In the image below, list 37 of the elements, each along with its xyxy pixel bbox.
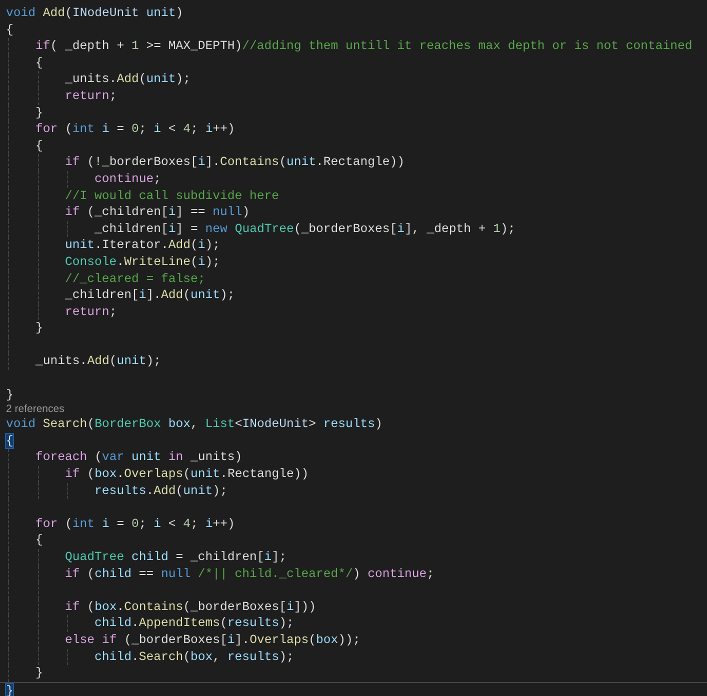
code-line: //_cleared = false; — [64, 272, 206, 286]
code-line: _children[i].Add(unit); — [64, 288, 235, 302]
code-line: unit.Iterator.Add(i); — [64, 238, 220, 252]
code-line: { — [34, 56, 43, 70]
code-line: if (box.Overlaps(unit.Rectangle)) — [64, 467, 309, 482]
code-line: } — [6, 682, 14, 696]
code-line: if (_children[i] == null) — [64, 205, 250, 220]
code-line: if (box.Contains(_borderBoxes[i])) — [64, 600, 316, 614]
code-line: } — [34, 106, 43, 120]
code-line: return; — [64, 88, 117, 103]
code-line: { — [34, 138, 43, 153]
code-line: } — [34, 321, 43, 336]
code-line: _children[i] = new QuadTree(_borderBoxes[i], _depth + 1); — [94, 222, 516, 236]
code-line: //I would call subdivide here — [64, 188, 280, 203]
code-line: } — [34, 666, 43, 680]
code-line: else if (_borderBoxes[i].Overlaps(box)); — [64, 632, 360, 647]
code-line: QuadTree child = _children[i]; — [64, 550, 286, 564]
references-link[interactable]: 2 references — [6, 403, 64, 416]
code-line: { — [6, 22, 14, 37]
code-line: { — [34, 533, 43, 548]
code-line: if (child == null /*|| child._cleared*/) continue; — [64, 566, 434, 581]
code-line: foreach (var unit in _units) — [34, 450, 242, 464]
code-line: for (int i = 0; i < 4; i++) — [34, 122, 235, 136]
code-line: void Add(INodeUnit unit) — [6, 6, 184, 20]
code-line: } — [6, 388, 14, 402]
code-line: child.AppendItems(results); — [94, 616, 294, 630]
code-line: if( _depth + 1 >= MAX_DEPTH)//adding them untill it reaches max depth or is not contained — [34, 39, 692, 54]
code-line: results.Add(unit); — [94, 484, 228, 498]
code-line: child.Search(box, results); — [94, 650, 294, 664]
code-line: if (!_borderBoxes[i].Contains(unit.Rectangle)) — [64, 155, 405, 170]
code-line: continue; — [94, 172, 161, 186]
code-line: for (int i = 0; i < 4; i++) — [34, 516, 235, 531]
code-line: _units.Add(unit); — [34, 354, 162, 368]
code-line: void Search(BorderBox box, List<INodeUnit> results) — [6, 417, 382, 432]
code-line: return; — [64, 304, 117, 319]
code-line: _units.Add(unit); — [64, 72, 191, 86]
code-line: Console.WriteLine(i); — [64, 254, 220, 269]
